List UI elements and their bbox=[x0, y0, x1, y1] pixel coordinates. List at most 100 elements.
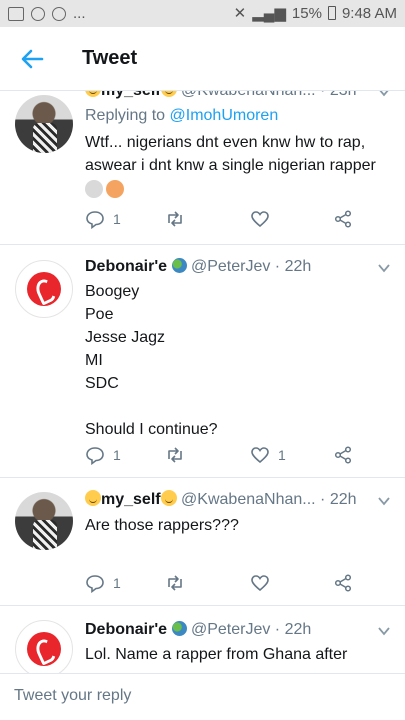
tweet-line: Boogey bbox=[85, 283, 140, 300]
author-name[interactable]: Debonair'e bbox=[85, 621, 167, 638]
author-name[interactable]: Debonair'e bbox=[85, 258, 167, 275]
separator-dot: · bbox=[274, 258, 281, 275]
reply-button[interactable]: 1 bbox=[85, 572, 121, 594]
brand-logo-icon bbox=[27, 632, 61, 666]
share-icon bbox=[334, 210, 352, 228]
retweet-icon bbox=[168, 211, 182, 227]
chevron-down-icon[interactable] bbox=[377, 624, 391, 638]
reply-icon bbox=[86, 211, 104, 229]
reply-button[interactable]: 1 bbox=[85, 208, 121, 230]
tweet-item[interactable]: my_self @KwabenaNhan... · 23h Replying t… bbox=[0, 91, 405, 245]
retweet-button[interactable] bbox=[165, 444, 185, 466]
mention-link[interactable]: @ImohUmoren bbox=[170, 107, 279, 124]
retweet-icon bbox=[168, 447, 182, 463]
tweet-actions: 1 bbox=[85, 572, 385, 594]
reply-count: 1 bbox=[113, 447, 121, 463]
reply-button[interactable]: 1 bbox=[85, 444, 121, 466]
reply-icon bbox=[86, 447, 104, 465]
separator-dot: · bbox=[320, 491, 326, 508]
cat-face-emoji-icon bbox=[85, 180, 103, 198]
like-count: 1 bbox=[278, 447, 286, 463]
tweet-header: Debonair'e @PeterJev · 22h bbox=[85, 257, 385, 277]
avatar[interactable] bbox=[15, 95, 73, 153]
gallery-icon bbox=[8, 6, 24, 21]
like-icon bbox=[251, 211, 269, 228]
author-handle[interactable]: @PeterJev bbox=[191, 621, 270, 638]
author-name[interactable]: my_self bbox=[101, 91, 161, 99]
tweet-actions: 1 1 bbox=[85, 444, 385, 466]
verified-globe-icon bbox=[171, 621, 187, 636]
page-title: Tweet bbox=[82, 47, 138, 69]
tweet-text: Wtf... nigerians dnt even knw hw to rap,… bbox=[85, 131, 385, 202]
tweet-line: SDC bbox=[85, 375, 119, 392]
tweet-line bbox=[85, 395, 385, 418]
like-button[interactable]: 1 bbox=[250, 444, 286, 466]
tweet-thread[interactable]: my_self @KwabenaNhan... · 23h Replying t… bbox=[0, 91, 405, 673]
instagram-icon bbox=[31, 6, 45, 21]
tweet-item[interactable]: Debonair'e @PeterJev · 22h Lol. Name a r… bbox=[0, 606, 405, 673]
back-arrow-icon[interactable] bbox=[18, 45, 46, 73]
avatar[interactable] bbox=[15, 260, 73, 318]
brand-logo-icon bbox=[27, 272, 61, 306]
status-bar: ... ✕ ▂▄▆ 15% 9:48 AM bbox=[0, 0, 405, 27]
separator-dot: · bbox=[320, 91, 325, 99]
reply-count: 1 bbox=[113, 211, 121, 227]
share-button[interactable] bbox=[333, 208, 353, 230]
mute-icon: ✕ bbox=[233, 5, 247, 22]
like-icon bbox=[251, 447, 269, 464]
like-button[interactable] bbox=[250, 208, 270, 230]
tweet-text: Boogey Poe Jesse Jagz MI SDC Should I co… bbox=[85, 280, 385, 441]
tweet-header: Debonair'e @PeterJev · 22h bbox=[85, 620, 385, 640]
author-name[interactable]: my_self bbox=[101, 491, 161, 508]
app-bar: Tweet bbox=[0, 27, 405, 91]
avatar[interactable] bbox=[15, 620, 73, 673]
share-icon bbox=[334, 574, 352, 592]
status-overflow-text: ... bbox=[73, 5, 86, 22]
retweet-button[interactable] bbox=[165, 572, 185, 594]
share-button[interactable] bbox=[333, 444, 353, 466]
like-button[interactable] bbox=[250, 572, 270, 594]
replying-to: Replying to @ImohUmoren bbox=[85, 106, 278, 126]
smiling-face-emoji-icon bbox=[85, 490, 101, 506]
avatar[interactable] bbox=[15, 492, 73, 550]
reply-input[interactable]: Tweet your reply bbox=[14, 687, 131, 705]
retweet-button[interactable] bbox=[165, 208, 185, 230]
tweet-header: my_self @KwabenaNhan... · 23h bbox=[85, 91, 385, 101]
chevron-down-icon[interactable] bbox=[377, 91, 391, 99]
smiling-face-emoji-icon bbox=[85, 91, 101, 97]
tweet-header: my_self @KwabenaNhan... · 22h bbox=[85, 490, 385, 510]
like-icon bbox=[251, 575, 269, 592]
author-handle[interactable]: @KwabenaNhan... bbox=[181, 91, 316, 99]
person-emoji-icon bbox=[106, 180, 124, 198]
replying-to-label: Replying to bbox=[85, 107, 166, 124]
tweet-time: 22h bbox=[284, 258, 312, 275]
share-button[interactable] bbox=[333, 572, 353, 594]
tweet-line: Jesse Jagz bbox=[85, 329, 166, 346]
chevron-down-icon[interactable] bbox=[377, 494, 391, 508]
tweet-item[interactable]: Debonair'e @PeterJev · 22h Boogey Poe Je… bbox=[0, 245, 405, 478]
smiling-face-emoji-icon bbox=[160, 490, 177, 506]
reply-composer[interactable]: Tweet your reply bbox=[0, 673, 405, 720]
reply-icon bbox=[86, 575, 104, 593]
instagram-icon-2 bbox=[52, 6, 66, 21]
tweet-actions: 1 bbox=[85, 208, 385, 230]
reply-count: 1 bbox=[113, 575, 121, 591]
tweet-text-body: Wtf... nigerians dnt even knw hw to rap,… bbox=[85, 134, 376, 174]
battery-icon bbox=[327, 6, 336, 20]
tweet-line: Should I continue? bbox=[85, 421, 218, 438]
tweet-item[interactable]: my_self @KwabenaNhan... · 22h Are those … bbox=[0, 478, 405, 606]
verified-globe-icon bbox=[171, 258, 187, 273]
tweet-time: 22h bbox=[284, 621, 312, 638]
status-time: 9:48 AM bbox=[341, 4, 397, 22]
tweet-text: Are those rappers??? bbox=[85, 517, 239, 534]
signal-icon: ▂▄▆ bbox=[252, 5, 286, 22]
chevron-down-icon[interactable] bbox=[377, 261, 391, 275]
tweet-time: 22h bbox=[329, 491, 357, 508]
separator-dot: · bbox=[274, 621, 281, 638]
tweet-line: Poe bbox=[85, 306, 114, 323]
author-handle[interactable]: @KwabenaNhan... bbox=[181, 491, 316, 508]
tweet-line: MI bbox=[85, 352, 103, 369]
author-handle[interactable]: @PeterJev bbox=[191, 258, 270, 275]
share-icon bbox=[334, 446, 352, 464]
tweet-time: 23h bbox=[330, 91, 357, 99]
